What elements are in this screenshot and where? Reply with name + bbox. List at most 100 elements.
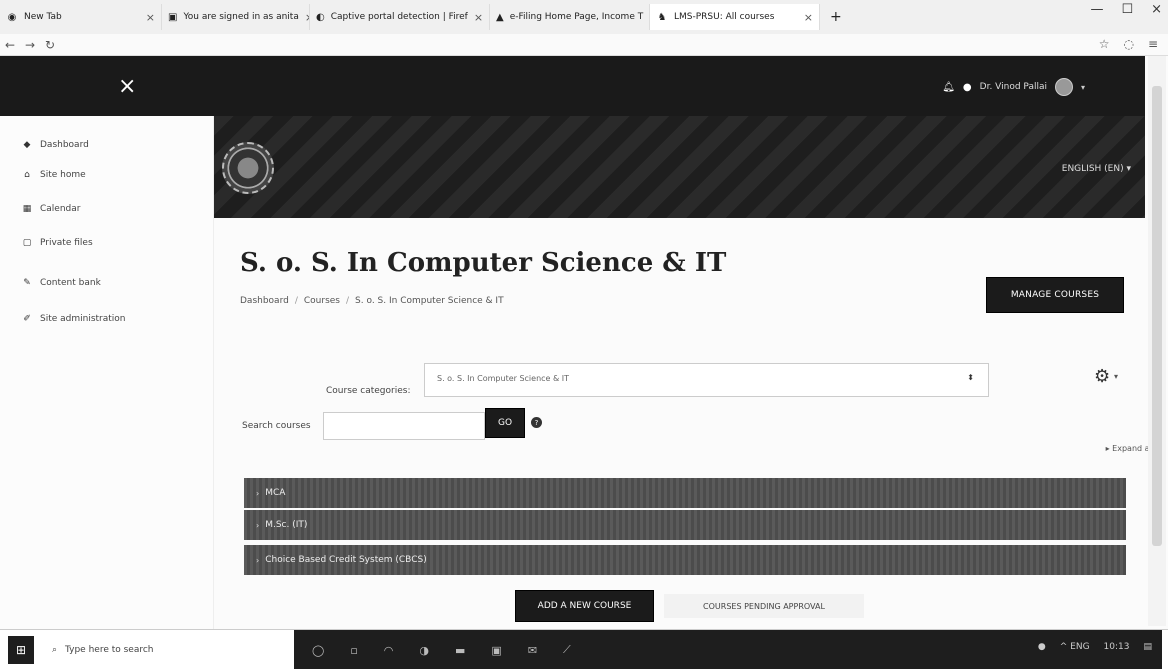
expand-all-link[interactable]: ▸ Expand all (1106, 444, 1154, 453)
wrench-icon: ✐ (23, 314, 31, 324)
header-banner: ENGLISH (EN) ▾ (214, 116, 1145, 218)
sidebar-item-label: Content bank (40, 278, 101, 288)
edge-icon[interactable]: ◠ (384, 644, 394, 657)
close-drawer-icon[interactable]: × (118, 76, 136, 98)
category-name[interactable]: Choice Based Credit System (CBCS) (265, 555, 427, 565)
notification-bell-icon[interactable]: 🔔︎ (942, 82, 955, 93)
close-tab-icon[interactable]: × (146, 11, 155, 24)
windows-start-icon[interactable]: ⊞ (8, 636, 34, 664)
pin-icon[interactable]: ⟋ (563, 643, 571, 657)
clock[interactable]: 10:13 (1104, 642, 1130, 652)
breadcrumb-dashboard[interactable]: Dashboard (240, 296, 289, 306)
menu-icon[interactable]: ≡ (1148, 37, 1158, 51)
scrollbar-thumb[interactable] (1152, 86, 1162, 546)
extension-icon[interactable]: ◌ (1123, 37, 1133, 51)
tab-lms-all-courses[interactable]: ♞ LMS-PRSU: All courses × (650, 4, 820, 30)
help-icon[interactable]: ? (531, 417, 542, 428)
sidebar-item-private-files[interactable]: ▢ Private files (22, 238, 93, 248)
university-logo (222, 142, 274, 194)
scrollbar[interactable] (1148, 56, 1166, 626)
category-name[interactable]: M.Sc. (IT) (265, 520, 307, 530)
sidebar-item-site-administration[interactable]: ✐ Site administration (22, 314, 125, 324)
user-menu[interactable]: 🔔︎ ● Dr. Vinod Pallai ▾ (942, 78, 1085, 96)
new-tab-button[interactable]: + (820, 9, 852, 25)
maximize-icon[interactable]: ☐ (1121, 2, 1133, 17)
moodle-icon: ♞ (657, 11, 667, 23)
category-name[interactable]: MCA (265, 488, 285, 498)
brush-icon: ✎ (23, 278, 31, 288)
user-name[interactable]: Dr. Vinod Pallai (980, 82, 1047, 92)
back-icon[interactable]: ← (0, 38, 20, 52)
category-row-cbcs[interactable]: › Choice Based Credit System (CBCS) (244, 545, 1126, 575)
sidebar-item-site-home[interactable]: ⌂ Site home (22, 170, 86, 180)
category-row-msc-it[interactable]: › M.Sc. (IT) (244, 510, 1126, 540)
search-courses-label: Search courses (242, 421, 311, 431)
category-row-mca[interactable]: › MCA (244, 478, 1126, 508)
manage-courses-button[interactable]: MANAGE COURSES (986, 277, 1124, 313)
tab-label: New Tab (24, 12, 62, 22)
course-categories-select[interactable]: S. o. S. In Computer Science & IT ⬍ (424, 363, 989, 397)
firefox-taskbar-icon[interactable]: ◑ (419, 644, 429, 657)
address-bar: ← → ↻ ☆ ◌ ≡ (0, 34, 1168, 56)
windows-taskbar: ⊞ ⌕ Type here to search ◯ ▫ ◠ ◑ ▬ ▣ ✉ ⟋ … (0, 629, 1168, 669)
search-icon: ⌕ (52, 645, 58, 655)
banner-pattern (214, 116, 1145, 218)
bookmark-star-icon[interactable]: ☆ (1099, 37, 1110, 51)
dashboard-icon: ◆ (23, 140, 31, 150)
app-topbar: × 🔔︎ ● Dr. Vinod Pallai ▾ (0, 56, 1145, 116)
reload-icon[interactable]: ↻ (40, 38, 60, 52)
breadcrumb-current[interactable]: S. o. S. In Computer Science & IT (355, 296, 504, 306)
close-tab-icon[interactable]: × (804, 11, 813, 24)
tab-new-tab[interactable]: ◉ New Tab × (0, 4, 162, 30)
minimize-icon[interactable]: — (1090, 2, 1103, 17)
sidebar-item-calendar[interactable]: ▦ Calendar (22, 204, 81, 214)
tab-efiling[interactable]: ▲ e-Filing Home Page, Income T × (490, 4, 650, 30)
chevron-right-icon: › (256, 488, 260, 498)
go-button[interactable]: GO (485, 408, 525, 438)
sidebar-item-label: Calendar (40, 204, 81, 214)
globe-icon: ◉ (7, 11, 17, 23)
add-new-course-button[interactable]: ADD A NEW COURSE (515, 590, 654, 622)
courses-pending-approval-button[interactable]: COURSES PENDING APPROVAL (664, 594, 864, 618)
avatar[interactable] (1054, 78, 1073, 96)
language-selector[interactable]: ENGLISH (EN) ▾ (1062, 164, 1131, 174)
chevron-down-icon[interactable]: ▾ (1081, 83, 1085, 92)
window-controls: — ☐ × (1090, 2, 1162, 17)
chevron-right-icon: › (256, 555, 260, 565)
browser-tab-bar: ◉ New Tab × ▣ You are signed in as anita… (0, 0, 1168, 34)
mail-icon[interactable]: ✉ (528, 644, 537, 657)
close-tab-icon[interactable]: × (474, 11, 483, 24)
sidebar-item-label: Private files (40, 238, 93, 248)
notification-center-icon[interactable]: ▤ (1143, 642, 1152, 652)
breadcrumb-separator: / (294, 296, 298, 306)
messages-icon[interactable]: ● (963, 82, 972, 93)
sidebar-item-content-bank[interactable]: ✎ Content bank (22, 278, 101, 288)
chevron-down-icon[interactable]: ▾ (1114, 372, 1118, 381)
tab-label: LMS-PRSU: All courses (674, 12, 775, 22)
chevron-right-icon: › (256, 520, 260, 530)
search-courses-input[interactable] (323, 412, 485, 440)
sidebar-item-dashboard[interactable]: ◆ Dashboard (22, 140, 89, 150)
file-explorer-icon[interactable]: ▬ (455, 644, 465, 657)
page-title: S. o. S. In Computer Science & IT (240, 248, 727, 278)
taskbar-apps: ◯ ▫ ◠ ◑ ▬ ▣ ✉ ⟋ ● ^ ENG 10:13 ▤ (294, 630, 1162, 669)
network-icon[interactable]: ● (1038, 642, 1046, 652)
tray-language[interactable]: ^ ENG (1060, 642, 1090, 652)
system-tray: ● ^ ENG 10:13 ▤ (1038, 642, 1152, 652)
widget-icon[interactable]: ▫ (350, 644, 357, 657)
tab-label: Captive portal detection | Firef (330, 12, 468, 22)
course-categories-value: S. o. S. In Computer Science & IT (437, 374, 570, 383)
close-window-icon[interactable]: × (1151, 2, 1162, 17)
store-icon[interactable]: ▣ (491, 644, 501, 657)
breadcrumb-separator: / (346, 296, 350, 306)
taskbar-search[interactable]: ⌕ Type here to search (40, 638, 290, 662)
nav-drawer: ◆ Dashboard ⌂ Site home ▦ Calendar ▢ Pri… (0, 116, 214, 629)
forward-icon[interactable]: → (20, 38, 40, 52)
tab-captive-portal[interactable]: ◐ Captive portal detection | Firef × (310, 4, 490, 30)
breadcrumb-courses[interactable]: Courses (304, 296, 340, 306)
task-view-icon[interactable]: ◯ (312, 644, 324, 657)
gear-icon[interactable]: ⚙ (1094, 366, 1110, 387)
tab-label: You are signed in as anita (183, 12, 299, 22)
tab-signed-in[interactable]: ▣ You are signed in as anita × (162, 4, 310, 30)
sidebar-item-label: Dashboard (40, 140, 89, 150)
